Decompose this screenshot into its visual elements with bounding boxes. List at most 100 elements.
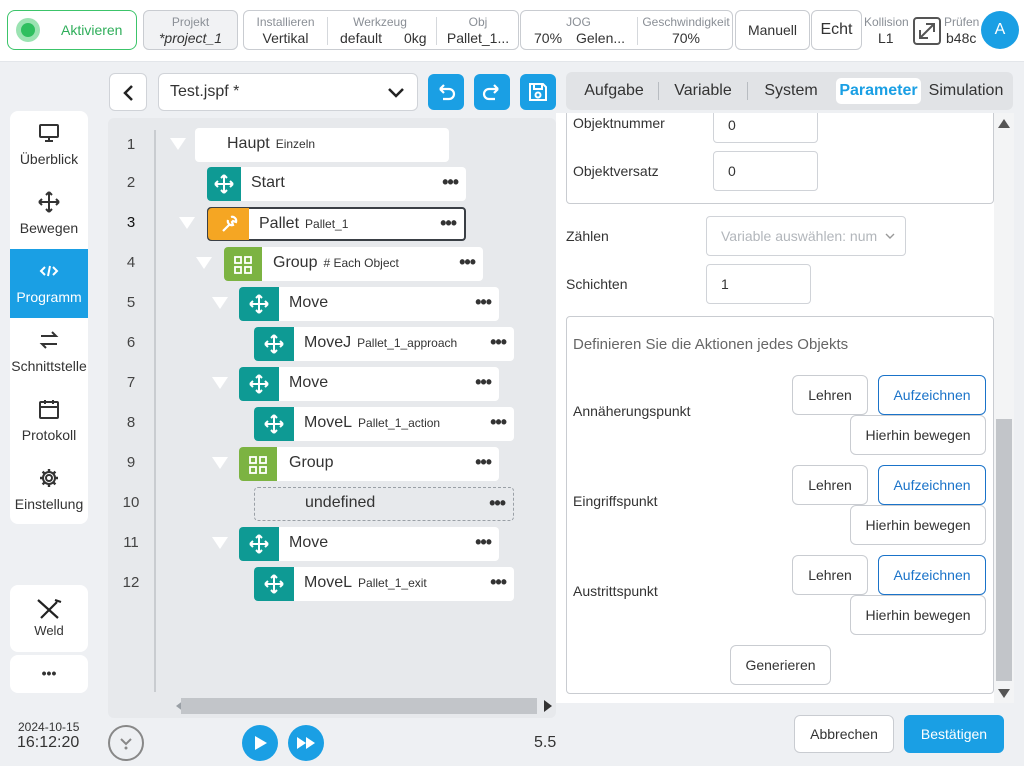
- collapse-toggle-icon[interactable]: [196, 257, 212, 269]
- collision-value[interactable]: L1: [878, 30, 894, 46]
- avatar[interactable]: A: [981, 11, 1019, 49]
- node-title: Move: [289, 374, 329, 391]
- node-more-button[interactable]: •••: [475, 447, 492, 477]
- sidebar-item-move[interactable]: Bewegen: [10, 180, 88, 249]
- tree-node-main[interactable]: Haupt Einzeln: [195, 128, 449, 162]
- generate-button[interactable]: Generieren: [730, 645, 831, 685]
- sidebar-item-overview[interactable]: Überblick: [10, 111, 88, 180]
- save-button[interactable]: [520, 74, 556, 110]
- tab-parameter[interactable]: Parameter: [836, 78, 921, 104]
- node-more-button[interactable]: •••: [489, 488, 506, 518]
- file-select[interactable]: Test.jspf *: [158, 73, 418, 111]
- node-title: MoveL: [304, 574, 353, 591]
- back-button[interactable]: [109, 73, 147, 111]
- node-more-button[interactable]: •••: [490, 407, 507, 437]
- collapse-toggle-icon[interactable]: [212, 457, 228, 469]
- collapse-toggle-icon[interactable]: [179, 217, 195, 229]
- record-approach-button[interactable]: Aufzeichnen: [878, 375, 986, 415]
- node-title: Move: [289, 534, 329, 551]
- vertical-scrollbar[interactable]: [994, 113, 1014, 703]
- status-indicator-icon: [16, 18, 40, 42]
- sidebar-item-settings[interactable]: Einstellung: [10, 456, 88, 524]
- more-button[interactable]: •••: [10, 655, 88, 693]
- node-more-button[interactable]: •••: [490, 567, 507, 597]
- tree-node-move[interactable]: Move •••: [239, 287, 499, 321]
- tree-node-movel[interactable]: MoveL Pallet_1_exit •••: [254, 567, 514, 601]
- line-number: 12: [122, 574, 140, 591]
- install-tool-obj-box[interactable]: Installieren Vertikal Werkzeug default 0…: [243, 10, 519, 50]
- sidebar-item-program[interactable]: Programm: [10, 249, 88, 318]
- line-number: 6: [126, 334, 136, 351]
- teach-engage-button[interactable]: Lehren: [792, 465, 868, 505]
- tab-variable[interactable]: Variable: [665, 78, 741, 104]
- tree-node-group[interactable]: Group # Each Object •••: [224, 247, 483, 281]
- tab-task[interactable]: Aufgabe: [576, 78, 652, 104]
- collapse-all-button[interactable]: [108, 725, 144, 761]
- tree-node-pallet[interactable]: Pallet Pallet_1 •••: [207, 207, 466, 241]
- move-here-approach-button[interactable]: Hierhin bewegen: [850, 415, 986, 455]
- collapse-toggle-icon[interactable]: [170, 138, 186, 150]
- record-exit-button[interactable]: Aufzeichnen: [878, 555, 986, 595]
- node-more-button[interactable]: •••: [475, 527, 492, 557]
- tree-node-move[interactable]: Move •••: [239, 527, 499, 561]
- tree-node-movej[interactable]: MoveJ Pallet_1_approach •••: [254, 327, 514, 361]
- play-button[interactable]: [242, 725, 278, 761]
- weld-button[interactable]: Weld: [10, 585, 88, 652]
- jog-speed-box[interactable]: JOG 70% Gelen... Geschwindigkeit 70%: [520, 10, 733, 50]
- tree-node-start[interactable]: Start •••: [207, 167, 466, 201]
- object-offset-input[interactable]: 0: [713, 151, 818, 191]
- speed-label: Geschwindigkeit: [642, 15, 730, 29]
- activate-label: Aktivieren: [61, 22, 123, 38]
- move-icon: [207, 167, 241, 201]
- sidebar-item-log[interactable]: Protokoll: [10, 387, 88, 456]
- node-title: Haupt: [227, 135, 270, 152]
- node-subtitle: Pallet_1: [305, 217, 349, 231]
- move-here-exit-button[interactable]: Hierhin bewegen: [850, 595, 986, 635]
- record-engage-button[interactable]: Aufzeichnen: [878, 465, 986, 505]
- parameter-panel: Objektnummer 0 Objektversatz 0 Zählen Va…: [556, 113, 1014, 703]
- node-more-button[interactable]: •••: [490, 327, 507, 357]
- activate-button[interactable]: Aktivieren: [7, 10, 137, 50]
- project-box[interactable]: Projekt *project_1: [143, 10, 238, 50]
- tree-node-group[interactable]: Group •••: [239, 447, 499, 481]
- line-number: 2: [126, 174, 136, 191]
- horizontal-scrollbar[interactable]: [168, 696, 554, 716]
- jog-value: 70%: [534, 30, 563, 46]
- redo-button[interactable]: [474, 74, 510, 110]
- count-select[interactable]: Variable auswählen: num: [706, 216, 906, 256]
- check-value[interactable]: b48c: [946, 30, 976, 46]
- node-more-button[interactable]: •••: [475, 367, 492, 397]
- expand-icon[interactable]: [912, 16, 942, 46]
- tree-node-movel[interactable]: MoveL Pallet_1_action •••: [254, 407, 514, 441]
- calendar-icon: [39, 400, 59, 419]
- cancel-button[interactable]: Abbrechen: [794, 715, 894, 753]
- manual-button[interactable]: Manuell: [735, 10, 810, 50]
- teach-approach-button[interactable]: Lehren: [792, 375, 868, 415]
- node-more-button[interactable]: •••: [475, 287, 492, 317]
- collapse-toggle-icon[interactable]: [212, 537, 228, 549]
- teach-exit-button[interactable]: Lehren: [792, 555, 868, 595]
- node-more-button[interactable]: •••: [442, 167, 459, 197]
- step-button[interactable]: [288, 725, 324, 761]
- node-subtitle: Pallet_1_approach: [357, 336, 458, 350]
- collapse-toggle-icon[interactable]: [212, 377, 228, 389]
- tool-value: default: [340, 30, 383, 46]
- tree-node-move[interactable]: Move •••: [239, 367, 499, 401]
- confirm-button[interactable]: Bestätigen: [904, 715, 1004, 753]
- undo-button[interactable]: [428, 74, 464, 110]
- line-number: 10: [122, 494, 140, 511]
- line-number: 4: [126, 254, 136, 271]
- node-title: Group: [273, 254, 318, 271]
- collapse-toggle-icon[interactable]: [212, 297, 228, 309]
- node-more-button[interactable]: •••: [440, 208, 457, 238]
- object-number-input[interactable]: 0: [713, 113, 818, 143]
- version-text: 5.5: [534, 734, 557, 751]
- tab-system[interactable]: System: [753, 78, 829, 104]
- sidebar-item-interface[interactable]: Schnittstelle: [10, 318, 88, 387]
- tab-simulation[interactable]: Simulation: [925, 78, 1007, 104]
- move-here-engage-button[interactable]: Hierhin bewegen: [850, 505, 986, 545]
- tree-node-undefined[interactable]: undefined •••: [254, 487, 514, 521]
- layers-input[interactable]: 1: [706, 264, 811, 304]
- node-more-button[interactable]: •••: [459, 247, 476, 277]
- real-button[interactable]: Echt: [811, 10, 862, 50]
